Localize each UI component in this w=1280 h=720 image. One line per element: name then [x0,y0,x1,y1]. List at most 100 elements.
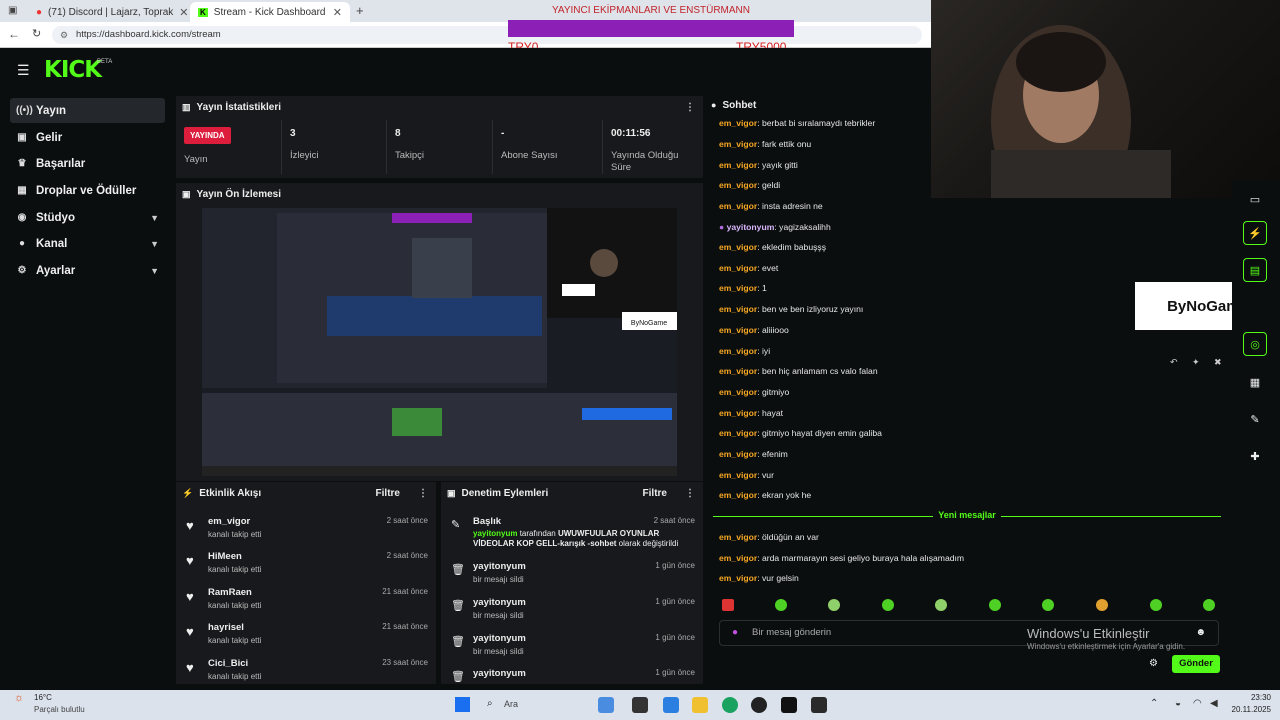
chat-username[interactable]: em_vigor [719,573,757,583]
emote-icon[interactable] [935,599,947,611]
clipboard-icon[interactable]: ▤ [1243,258,1267,282]
tab-list-icon[interactable]: ▣ [8,5,17,16]
chat-username[interactable]: em_vigor [719,428,757,438]
back-icon[interactable]: ← [8,27,20,41]
emote-icon[interactable] [1042,599,1054,611]
chat-username[interactable]: em_vigor [719,201,757,211]
chrome-icon[interactable] [722,697,738,713]
weather-temp[interactable]: 16°C [34,693,52,702]
emote-icon[interactable] [1203,599,1215,611]
activity-user[interactable]: HiMeen [208,551,242,562]
emote-icon[interactable] [1150,599,1162,611]
sidebar-item-gelir[interactable]: ▣ Gelir [10,125,165,150]
chat-username[interactable]: em_vigor [719,470,757,480]
send-button[interactable]: Gönder [1172,655,1220,673]
taskview-icon[interactable] [632,697,648,713]
chat-username[interactable]: em_vigor [719,139,757,149]
chat-username[interactable]: em_vigor [719,346,757,356]
obs-icon[interactable] [751,697,767,713]
wifi-icon[interactable]: ◠ [1193,698,1202,709]
sidebar-item-ayarlar[interactable]: ⚙ Ayarlar ▼ [10,258,165,283]
more-options-icon[interactable]: ⋮ [685,488,695,499]
moderation-user[interactable]: yayitonyum [473,633,526,644]
moderation-user[interactable]: yayitonyum [473,668,526,679]
tab-discord[interactable]: ● (71) Discord | Lajarz, Toprak ✕ [28,2,188,22]
chat-username[interactable]: em_vigor [719,304,757,314]
explorer-icon[interactable] [692,697,708,713]
chat-username[interactable]: em_vigor [719,263,757,273]
emote-icon[interactable] [722,599,734,611]
close-icon[interactable]: ✕ [333,6,342,19]
panel-title: Denetim Eylemleri [461,487,549,499]
copilot-icon[interactable] [663,697,679,713]
chat-username[interactable]: em_vigor [719,180,757,190]
start-icon[interactable] [455,697,470,712]
activity-user[interactable]: RamRaen [208,587,252,598]
chat-message: em_vigor: ben ve ben izliyoruz yayını [719,304,863,314]
sidebar-item-studyo[interactable]: ◉ Stüdyo ▼ [10,205,165,230]
chat-username[interactable]: em_vigor [719,408,757,418]
more-options-icon[interactable]: ⋮ [418,488,428,499]
kick-app-icon[interactable] [781,697,797,713]
sidebar-item-yayin[interactable]: ((•)) Yayın [10,98,165,123]
moderation-user[interactable]: yayitonyum [473,597,526,608]
emote-icon[interactable] [775,599,787,611]
chat-username[interactable]: em_vigor [719,242,757,252]
sidebar-item-droplar[interactable]: ▦ Droplar ve Ödüller [10,178,165,203]
taskbar-date[interactable]: 20.11.2025 [1221,705,1271,714]
moderation-user[interactable]: yayitonyum [473,561,526,572]
taskbar-time[interactable]: 23:30 [1221,693,1271,702]
taskbar-search[interactable]: Ara [504,699,518,709]
site-info-icon[interactable]: ⚙ [60,26,68,44]
activity-time: 2 saat önce [386,516,428,525]
chat-username[interactable]: em_vigor [719,553,757,563]
kick-logo[interactable]: KICK [44,57,102,83]
emote-icon[interactable] [1096,599,1108,611]
filter-button[interactable]: Filtre [376,488,400,499]
emote-icon[interactable] [989,599,1001,611]
chat-username[interactable]: em_vigor [719,449,757,459]
reload-icon[interactable]: ↻ [32,27,41,40]
broadcast-rail-icon[interactable]: ◎ [1243,332,1267,356]
moderation-actor[interactable]: yayitonyum [473,529,517,538]
close-icon[interactable]: ✕ [179,6,188,19]
activity-user[interactable]: Cici_Bici [208,658,248,669]
chat-username[interactable]: em_vigor [719,366,757,376]
network-icon[interactable]: ◒ [1175,698,1181,709]
chat-settings-icon[interactable]: ⚙ [1149,658,1158,669]
delete-icon[interactable]: ✖ [1214,357,1222,368]
chat-username[interactable]: em_vigor [719,160,757,170]
menu-icon[interactable]: ☰ [17,62,30,79]
new-tab-icon[interactable]: + [356,3,364,18]
emote-icon[interactable] [828,599,840,611]
sidebar-item-basarilar[interactable]: ♛ Başarılar [10,151,165,176]
activity-user[interactable]: hayrisel [208,622,244,633]
chat-username[interactable]: yayitonyum [727,222,775,232]
pin-icon[interactable]: ✦ [1192,357,1200,368]
layout-icon[interactable]: ▦ [1243,370,1267,394]
tab-kick-dashboard[interactable]: K Stream - Kick Dashboard ✕ [190,2,350,22]
chat-username[interactable]: em_vigor [719,325,757,335]
app-icon[interactable] [811,697,827,713]
more-options-icon[interactable]: ⋮ [685,102,695,113]
emote-icon[interactable] [882,599,894,611]
tray-chevron-icon[interactable]: ⌃ [1150,698,1158,709]
chat-username[interactable]: em_vigor [719,387,757,397]
emoji-picker-icon[interactable]: ☻ [1195,621,1206,645]
activity-user[interactable]: em_vigor [208,516,250,527]
puzzle-icon[interactable]: ✚ [1243,444,1267,468]
chat-username[interactable]: em_vigor [719,490,757,500]
chat-username[interactable]: em_vigor [719,532,757,542]
stream-preview-video[interactable]: ByNoGame [202,208,677,476]
widget-icon[interactable] [598,697,614,713]
reply-icon[interactable]: ↶ [1170,357,1178,368]
wrench-icon[interactable]: ✎ [1243,407,1267,431]
sidebar-item-kanal[interactable]: ● Kanal ▼ [10,231,165,256]
filter-button[interactable]: Filtre [643,488,667,499]
chat-username[interactable]: em_vigor [719,118,757,128]
quick-actions-icon[interactable]: ⚡ [1243,221,1267,245]
rail-icon[interactable]: ▭ [1243,187,1267,211]
moderation-action: Başlık [473,516,501,527]
volume-icon[interactable]: ◀ [1210,698,1218,709]
chat-username[interactable]: em_vigor [719,283,757,293]
